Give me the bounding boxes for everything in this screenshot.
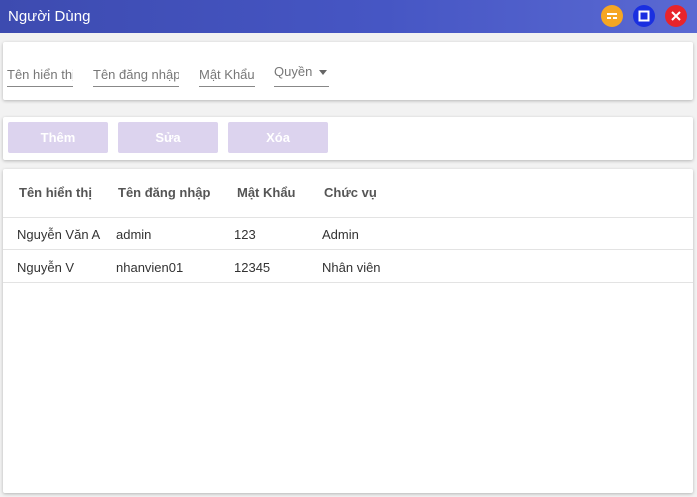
password-field[interactable] — [199, 64, 255, 87]
username-input[interactable] — [93, 64, 179, 84]
user-table: Tên hiển thị Tên đăng nhập Mật Khẩu Chức… — [3, 169, 693, 493]
display-name-field[interactable] — [7, 64, 73, 87]
column-header-role[interactable]: Chức vụ — [324, 185, 377, 200]
password-input[interactable] — [199, 64, 255, 84]
table-divider — [3, 249, 693, 250]
username-field[interactable] — [93, 64, 179, 87]
column-header-password[interactable]: Mật Khẩu — [237, 185, 296, 200]
add-button[interactable]: Thêm — [8, 122, 108, 153]
display-name-input[interactable] — [7, 64, 73, 84]
title-bar: Người Dùng — [0, 0, 697, 33]
cell-role: Admin — [322, 227, 359, 242]
close-button[interactable] — [665, 4, 687, 27]
table-row[interactable]: Nguyễn Văn A admin 123 Admin — [3, 218, 693, 250]
chevron-down-icon — [319, 70, 328, 75]
cell-password: 123 — [234, 227, 256, 242]
action-panel: Thêm Sửa Xóa — [3, 117, 693, 160]
minimize-icon — [607, 12, 617, 19]
cell-role: Nhân viên — [322, 260, 381, 275]
column-header-username[interactable]: Tên đăng nhập — [118, 185, 210, 200]
column-header-display-name[interactable]: Tên hiển thị — [19, 185, 92, 200]
table-row[interactable]: Nguyễn V nhanvien01 12345 Nhân viên — [3, 251, 693, 283]
table-divider — [3, 282, 693, 283]
window-title: Người Dùng — [8, 8, 91, 25]
cell-username: nhanvien01 — [116, 260, 184, 275]
cell-username: admin — [116, 227, 152, 242]
cell-display-name: Nguyễn Văn A — [17, 227, 101, 242]
delete-button[interactable]: Xóa — [228, 122, 328, 153]
role-select-label: Quyền — [274, 64, 313, 79]
close-icon — [671, 10, 681, 21]
maximize-icon — [638, 10, 650, 21]
minimize-button[interactable] — [601, 4, 623, 27]
role-select[interactable]: Quyền — [274, 64, 329, 87]
filter-panel: Quyền — [3, 42, 693, 100]
edit-button[interactable]: Sửa — [118, 122, 218, 153]
cell-display-name: Nguyễn V — [17, 260, 75, 275]
maximize-button[interactable] — [633, 4, 655, 27]
cell-password: 12345 — [234, 260, 271, 275]
